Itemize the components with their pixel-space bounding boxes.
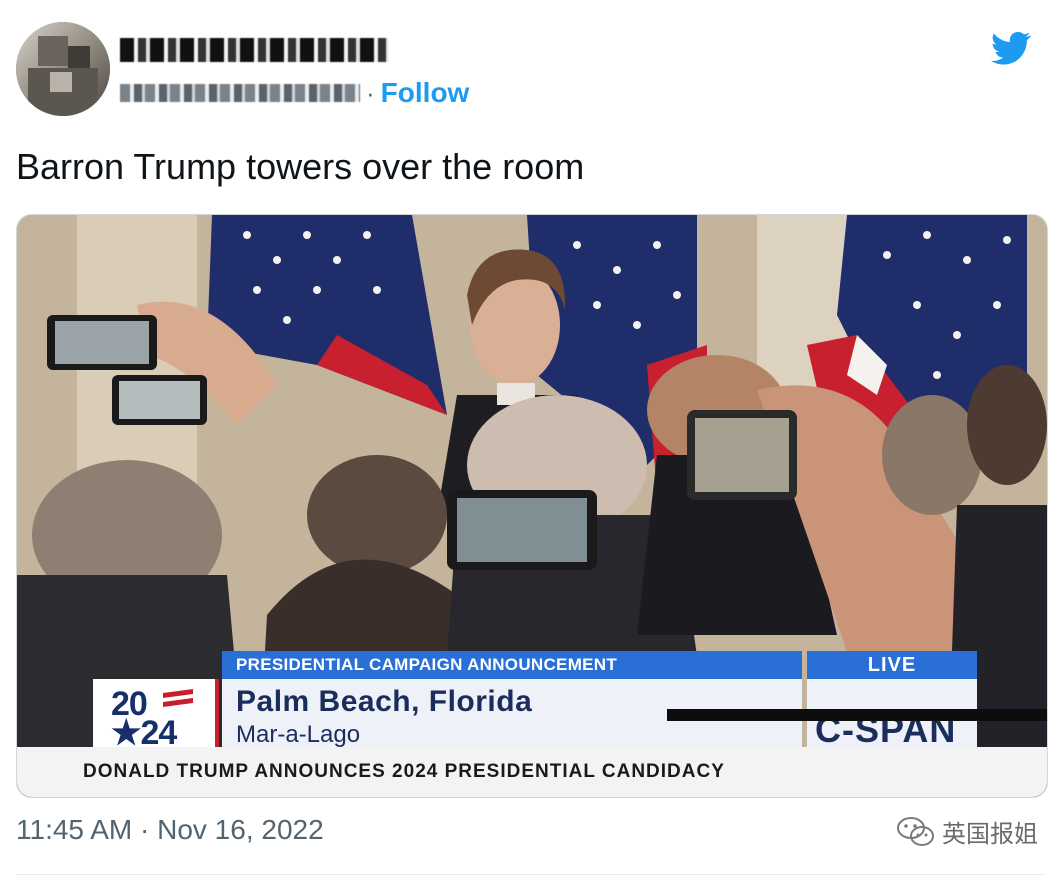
display-name-redacted[interactable] bbox=[120, 38, 388, 62]
live-badge: LIVE bbox=[807, 651, 977, 679]
divider bbox=[16, 874, 1046, 875]
avatar[interactable] bbox=[16, 22, 110, 116]
handle-redacted[interactable] bbox=[120, 84, 360, 102]
follow-link[interactable]: Follow bbox=[381, 77, 470, 109]
location-sub: Mar-a-Lago bbox=[236, 721, 361, 748]
campaign-2024-logo: 20 ★24 bbox=[93, 679, 219, 752]
tweet-text: Barron Trump towers over the room bbox=[16, 146, 585, 187]
logo-stripes-icon bbox=[163, 689, 193, 707]
watermark: 英国报姐 bbox=[896, 814, 1038, 849]
ticker: DONALD TRUMP ANNOUNCES 2024 PRESIDENTIAL… bbox=[17, 747, 1047, 797]
handle-row: · Follow bbox=[120, 76, 469, 110]
location-main: Palm Beach, Florida bbox=[236, 685, 533, 718]
wechat-icon bbox=[897, 816, 934, 846]
banner-label: PRESIDENTIAL CAMPAIGN ANNOUNCEMENT bbox=[222, 651, 802, 679]
separator-dot: · bbox=[366, 77, 375, 108]
tweet-header: · Follow bbox=[16, 22, 1046, 118]
tweet-timestamp[interactable]: 11:45 AM · Nov 16, 2022 bbox=[16, 814, 324, 846]
twitter-bird-icon[interactable] bbox=[988, 28, 1034, 68]
tweet-video[interactable]: PRESIDENTIAL CAMPAIGN ANNOUNCEMENT LIVE … bbox=[16, 214, 1048, 798]
video-scrubber[interactable] bbox=[667, 709, 1047, 721]
watermark-text: 英国报姐 bbox=[942, 821, 1038, 848]
